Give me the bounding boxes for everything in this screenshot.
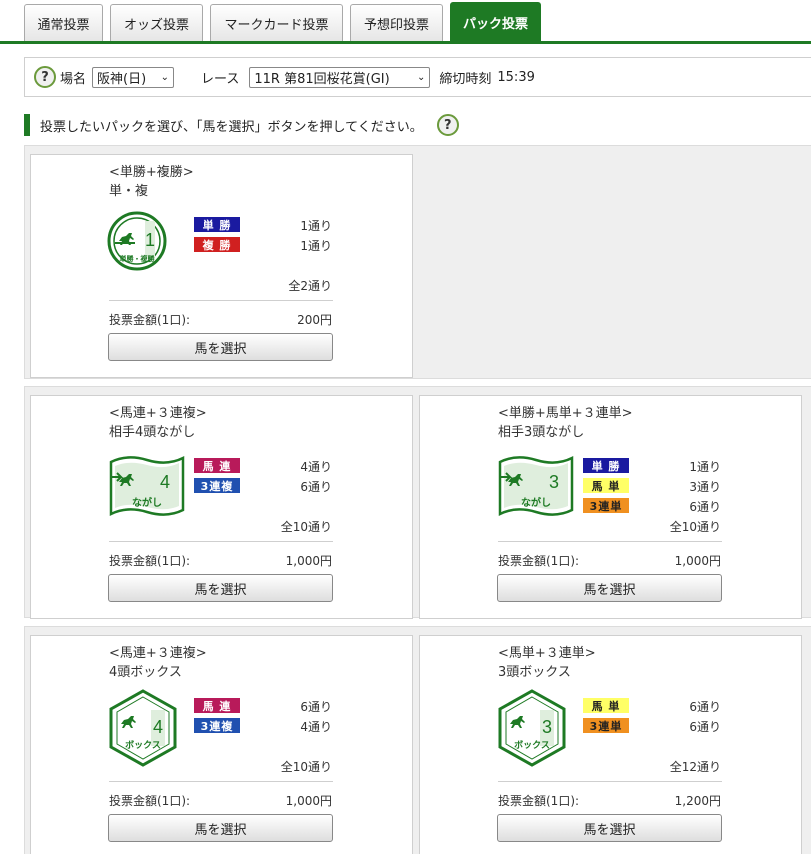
bet-count: 6通り xyxy=(300,700,332,714)
win-place-emblem-icon: 1 単勝・複勝 xyxy=(107,211,167,271)
pack-title: <馬連+３連複> 4頭ボックス xyxy=(109,646,207,680)
instruction-line: 投票したいパックを選び、「馬を選択」ボタンを押してください。 ? xyxy=(24,112,459,138)
svg-text:ボックス: ボックス xyxy=(514,739,550,751)
amount-value: 200円 xyxy=(297,313,332,327)
svg-text:4: 4 xyxy=(160,472,170,492)
svg-text:ボックス: ボックス xyxy=(125,739,161,751)
pack-row-2: <馬連+３連複> 相手4頭ながし 4 ながし 馬 連 4通り 3連複 6通り 全… xyxy=(24,386,811,619)
wheel-flag-emblem-icon: 3 ながし xyxy=(498,455,574,517)
bet-badge-place: 複 勝 xyxy=(194,237,240,252)
pack-card-exacta-trifecta-box: <馬単+３連単> 3頭ボックス 3 ボックス 馬 単 6通り 3連単 6通り 全… xyxy=(419,635,802,854)
amount-value: 1,000円 xyxy=(285,554,332,568)
race-select[interactable]: 11R 第81回桜花賞(GI) ⌄ xyxy=(249,66,431,88)
bet-badge-trifecta: 3連単 xyxy=(583,718,629,733)
bet-count: 6通り xyxy=(689,720,721,734)
chevron-down-icon: ⌄ xyxy=(416,71,426,83)
race-filter-bar: ? 場名 阪神(日) ⌄ レース 11R 第81回桜花賞(GI) ⌄ 締切時刻 … xyxy=(24,57,811,97)
pack-title: <馬連+３連複> 相手4頭ながし xyxy=(109,406,207,440)
help-icon[interactable]: ? xyxy=(34,66,56,88)
amount-label: 投票金額(1口): xyxy=(109,794,191,808)
deadline-label: 締切時刻 xyxy=(439,71,492,87)
bet-badge-exacta: 馬 単 xyxy=(583,478,629,493)
svg-text:ながし: ながし xyxy=(132,496,162,509)
bet-count: 1通り xyxy=(689,460,721,474)
venue-select[interactable]: 阪神(日) ⌄ xyxy=(92,66,175,88)
pack-title: <馬単+３連単> 3頭ボックス xyxy=(498,646,596,680)
tab-pack-bet[interactable]: パック投票 xyxy=(450,2,541,41)
bet-count: 1通り xyxy=(300,239,332,253)
race-label: レース xyxy=(201,71,240,87)
tab-prediction-bet[interactable]: 予想印投票 xyxy=(350,4,443,41)
select-horse-button[interactable]: 馬を選択 xyxy=(497,814,722,842)
bet-count: 6通り xyxy=(300,480,332,494)
svg-text:単勝・複勝: 単勝・複勝 xyxy=(120,254,156,263)
svg-text:4: 4 xyxy=(153,717,163,737)
bet-badge-trio: 3連複 xyxy=(194,718,240,733)
pack-title: <単勝+馬単+３連単> 相手3頭ながし xyxy=(498,406,633,440)
pack-total: 全12通り xyxy=(669,760,721,774)
venue-label: 場名 xyxy=(60,71,87,87)
svg-text:1: 1 xyxy=(145,230,155,250)
box-hexagon-emblem-icon: 3 ボックス xyxy=(498,689,566,767)
pack-card-win-place: <単勝+複勝> 単・複 1 単勝・複勝 単 勝 1通り 複 勝 1通り 全2通り… xyxy=(30,154,413,378)
tab-normal-bet[interactable]: 通常投票 xyxy=(24,4,103,41)
pack-card-win-exacta-trifecta-wheel: <単勝+馬単+３連単> 相手3頭ながし 3 ながし 単 勝 1通り 馬 単 3通… xyxy=(419,395,802,619)
select-horse-button[interactable]: 馬を選択 xyxy=(108,333,333,361)
bet-badge-exacta: 馬 単 xyxy=(583,698,629,713)
bet-count: 3通り xyxy=(689,480,721,494)
amount-label: 投票金額(1口): xyxy=(498,554,580,568)
pack-total: 全10通り xyxy=(280,760,332,774)
select-horse-button[interactable]: 馬を選択 xyxy=(108,574,333,602)
bet-count: 1通り xyxy=(300,219,332,233)
bet-count: 6通り xyxy=(689,700,721,714)
amount-value: 1,000円 xyxy=(674,554,721,568)
divider xyxy=(498,541,722,542)
divider xyxy=(498,781,722,782)
bet-count: 6通り xyxy=(689,500,721,514)
select-horse-button[interactable]: 馬を選択 xyxy=(497,574,722,602)
pack-title: <単勝+複勝> 単・複 xyxy=(109,165,194,199)
svg-text:3: 3 xyxy=(549,472,559,492)
bet-count: 4通り xyxy=(300,460,332,474)
section-marker xyxy=(24,114,30,136)
select-horse-button[interactable]: 馬を選択 xyxy=(108,814,333,842)
instruction-text: 投票したいパックを選び、「馬を選択」ボタンを押してください。 xyxy=(40,119,423,135)
pack-row-3: <馬連+３連複> 4頭ボックス 4 ボックス 馬 連 6通り 3連複 4通り 全… xyxy=(24,626,811,854)
divider xyxy=(109,781,333,782)
svg-text:3: 3 xyxy=(542,717,552,737)
pack-total: 全2通り xyxy=(288,279,332,293)
bet-badge-trio: 3連複 xyxy=(194,478,240,493)
box-hexagon-emblem-icon: 4 ボックス xyxy=(109,689,177,767)
pack-row-1: <単勝+複勝> 単・複 1 単勝・複勝 単 勝 1通り 複 勝 1通り 全2通り… xyxy=(24,145,811,379)
bet-badge-trifecta: 3連単 xyxy=(583,498,629,513)
tab-odds-bet[interactable]: オッズ投票 xyxy=(110,4,203,41)
bet-type-tabbar: 通常投票 オッズ投票 マークカード投票 予想印投票 パック投票 xyxy=(0,0,811,44)
pack-total: 全10通り xyxy=(280,520,332,534)
bet-badge-quinella: 馬 連 xyxy=(194,458,240,473)
tab-markcard-bet[interactable]: マークカード投票 xyxy=(210,4,343,41)
help-icon[interactable]: ? xyxy=(436,114,459,136)
divider xyxy=(109,300,333,301)
chevron-down-icon: ⌄ xyxy=(160,71,170,83)
bet-badge-win: 単 勝 xyxy=(583,458,629,473)
race-select-value: 11R 第81回桜花賞(GI) xyxy=(254,71,390,87)
pack-card-quinella-trio-wheel: <馬連+３連複> 相手4頭ながし 4 ながし 馬 連 4通り 3連複 6通り 全… xyxy=(30,395,413,619)
bet-badge-quinella: 馬 連 xyxy=(194,698,240,713)
svg-text:ながし: ながし xyxy=(521,496,551,509)
pack-card-quinella-trio-box: <馬連+３連複> 4頭ボックス 4 ボックス 馬 連 6通り 3連複 4通り 全… xyxy=(30,635,413,854)
amount-value: 1,000円 xyxy=(285,794,332,808)
bet-count: 4通り xyxy=(300,720,332,734)
venue-select-value: 阪神(日) xyxy=(97,71,147,87)
deadline-value: 15:39 xyxy=(497,69,535,85)
divider xyxy=(109,541,333,542)
bet-badge-win: 単 勝 xyxy=(194,217,240,232)
amount-label: 投票金額(1口): xyxy=(109,313,191,327)
amount-value: 1,200円 xyxy=(674,794,721,808)
amount-label: 投票金額(1口): xyxy=(109,554,191,568)
pack-total: 全10通り xyxy=(669,520,721,534)
amount-label: 投票金額(1口): xyxy=(498,794,580,808)
wheel-flag-emblem-icon: 4 ながし xyxy=(109,455,185,517)
